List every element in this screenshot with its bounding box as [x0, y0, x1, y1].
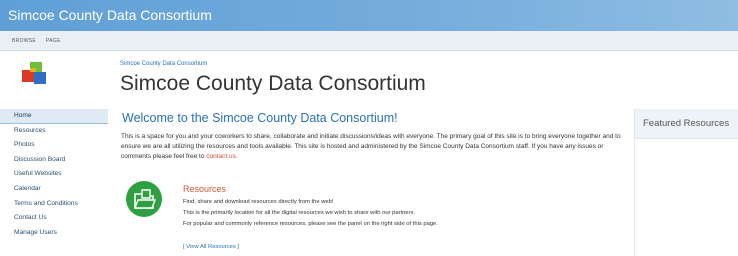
page-title: Simcoe County Data Consortium: [120, 72, 426, 95]
resources-line: Find, share and download resources direc…: [183, 199, 334, 205]
tab-browse[interactable]: BROWSE: [12, 38, 36, 44]
site-logo-icon[interactable]: [20, 60, 50, 88]
nav-item-photos[interactable]: Photos: [0, 138, 108, 153]
site-name[interactable]: Simcoe County Data Consortium: [8, 7, 212, 23]
welcome-heading: Welcome to the Simcoe County Data Consor…: [122, 111, 398, 125]
nav-item-home[interactable]: Home: [0, 109, 108, 124]
view-all-resources-link[interactable]: [ View All Resources ]: [183, 244, 239, 250]
intro-paragraph: This is a space for you and your coworke…: [121, 132, 627, 162]
tab-page[interactable]: PAGE: [46, 38, 61, 44]
nav-item-contact-us[interactable]: Contact Us: [0, 211, 108, 226]
left-navigation: Home Resources Photos Discussion Board U…: [0, 109, 108, 240]
ribbon-bar: BROWSE PAGE: [0, 31, 738, 51]
nav-item-discussion-board[interactable]: Discussion Board: [0, 153, 108, 168]
resources-heading[interactable]: Resources: [183, 184, 226, 194]
nav-item-terms-and-conditions[interactable]: Terms and Conditions: [0, 197, 108, 212]
resources-line: For popular and commonly reference resou…: [183, 221, 438, 227]
breadcrumb[interactable]: Simcoe County Data Consortium: [120, 61, 207, 67]
featured-resources-title: Featured Resources: [643, 118, 730, 129]
contact-us-link[interactable]: contact us.: [206, 153, 237, 160]
intro-text: This is a space for you and your coworke…: [121, 133, 621, 160]
featured-resources-panel: Featured Resources: [634, 109, 738, 139]
site-topbar: Simcoe County Data Consortium: [0, 0, 738, 31]
nav-item-resources[interactable]: Resources: [0, 124, 108, 139]
right-panel-divider: [634, 139, 635, 256]
nav-item-calendar[interactable]: Calendar: [0, 182, 108, 197]
resources-line: This is the primarily location for all t…: [183, 210, 415, 216]
nav-item-manage-users[interactable]: Manage Users: [0, 226, 108, 241]
folder-icon[interactable]: [126, 181, 162, 217]
nav-item-useful-websites[interactable]: Useful Websites: [0, 167, 108, 182]
